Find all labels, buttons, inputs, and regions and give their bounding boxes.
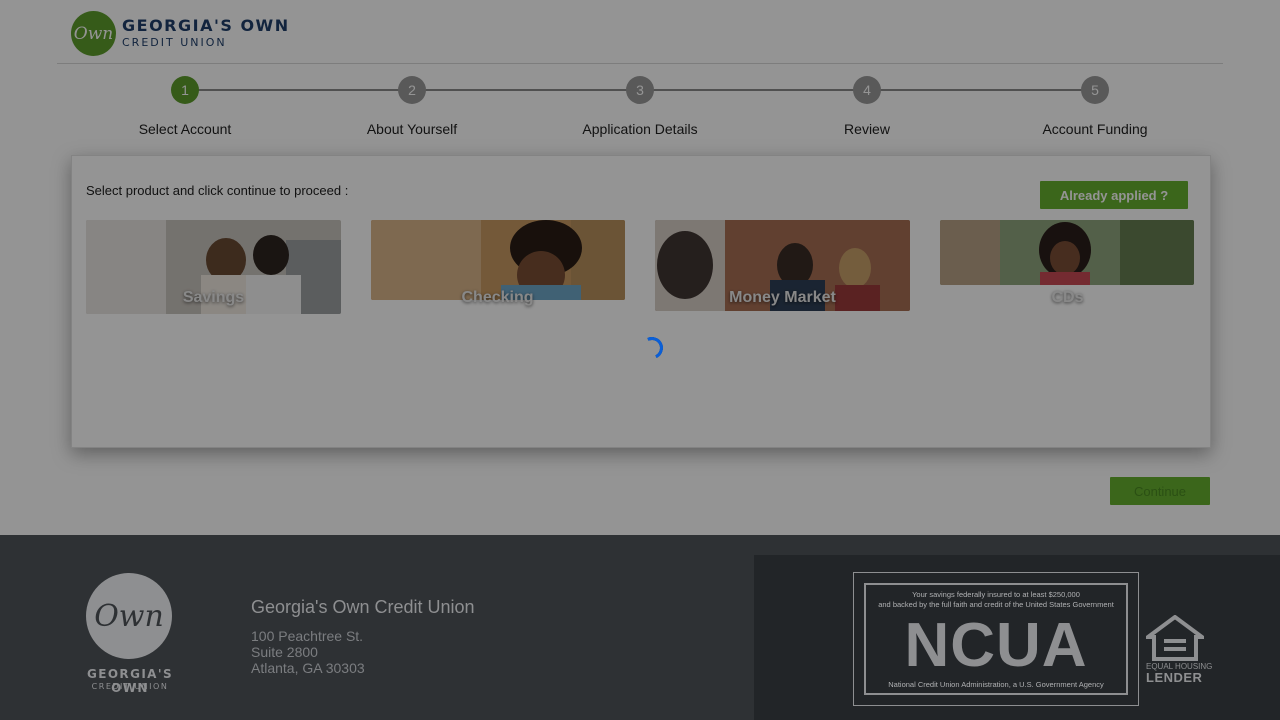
ncua-agency-text: National Credit Union Administration, a … (888, 680, 1104, 689)
ncua-backed-text: and backed by the full faith and credit … (878, 600, 1114, 609)
equal-housing-icon (1141, 614, 1209, 661)
footer-address-line2: Suite 2800 (251, 644, 318, 660)
loading-overlay (0, 0, 1280, 535)
footer-address-line3: Atlanta, GA 30303 (251, 660, 365, 676)
footer-logo-subname: CREDIT UNION (91, 682, 169, 691)
ncua-insured-text: Your savings federally insured to at lea… (912, 590, 1080, 599)
lender-text: LENDER (1146, 670, 1203, 685)
footer-org-name: Georgia's Own Credit Union (251, 597, 475, 617)
footer-address-line1: 100 Peachtree St. (251, 628, 364, 644)
footer-logo-mark: Own (86, 573, 172, 659)
ncua-logo-text: NCUA (904, 611, 1088, 680)
